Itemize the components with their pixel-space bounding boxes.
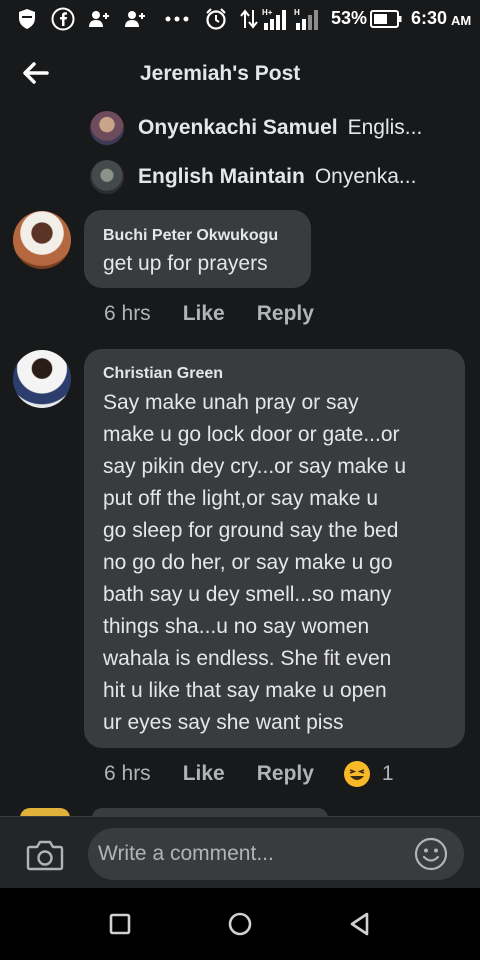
reaction-count: 1 bbox=[381, 762, 394, 785]
battery-icon bbox=[370, 8, 402, 30]
reply-preview-item[interactable]: English Maintain Onyenka... bbox=[90, 159, 416, 195]
avatar[interactable] bbox=[13, 350, 71, 408]
comment-text-line: things sha...u no say women bbox=[103, 615, 370, 638]
avatar[interactable] bbox=[13, 211, 71, 269]
header: Jeremiah's Post bbox=[0, 38, 480, 108]
svg-text:H+: H+ bbox=[262, 8, 273, 17]
svg-text:H: H bbox=[294, 8, 300, 17]
back-arrow-icon[interactable] bbox=[20, 58, 50, 88]
comment-text-line: go sleep for ground say the bed bbox=[103, 519, 399, 542]
comment-text-line: no go do her, or say make u go bbox=[103, 551, 393, 574]
battery-percent: 53% bbox=[331, 8, 368, 28]
emoji-icon[interactable] bbox=[414, 837, 448, 871]
person-add-icon bbox=[124, 8, 146, 30]
reply-button[interactable]: Reply bbox=[257, 302, 314, 326]
status-bar: H+ H 53% 6:30 AM bbox=[0, 0, 480, 38]
data-arrows-icon bbox=[240, 8, 258, 30]
person-add-icon bbox=[88, 8, 110, 30]
signal-h-icon: H bbox=[294, 8, 322, 30]
page-title: Jeremiah's Post bbox=[140, 62, 301, 85]
facebook-icon bbox=[50, 7, 76, 31]
avatar bbox=[90, 160, 124, 194]
signal-h-plus-icon: H+ bbox=[262, 8, 290, 30]
recent-apps-icon[interactable] bbox=[106, 910, 134, 938]
reply-preview-name: English Maintain bbox=[138, 165, 305, 188]
navigation-bar bbox=[0, 888, 480, 960]
comment-composer bbox=[0, 816, 480, 889]
reply-preview-text: Onyenka... bbox=[314, 165, 417, 188]
reply-button[interactable]: Reply bbox=[257, 762, 314, 786]
reply-preview-item[interactable]: Onyenkachi Samuel Englis... bbox=[90, 110, 422, 146]
reply-preview-name: Onyenkachi Samuel bbox=[138, 116, 338, 139]
back-icon[interactable] bbox=[346, 910, 374, 938]
more-dots-icon bbox=[164, 8, 190, 30]
comment-text: Say make unah pray or say make u go lock… bbox=[103, 387, 406, 739]
shield-icon bbox=[16, 8, 38, 30]
comment-actions: 6 hrs Like Reply 1 bbox=[104, 761, 394, 787]
like-button[interactable]: Like bbox=[183, 762, 225, 786]
laughing-emoji-icon[interactable] bbox=[343, 761, 370, 787]
comment-actions: 6 hrs Like Reply bbox=[104, 302, 314, 326]
comment-author[interactable]: Buchi Peter Okwukogu bbox=[103, 227, 278, 245]
camera-icon[interactable] bbox=[26, 839, 64, 871]
comment-time: 6 hrs bbox=[104, 762, 151, 785]
comment-text-line: ur eyes say she want piss bbox=[103, 711, 344, 734]
comment-author[interactable]: Christian Green bbox=[103, 365, 223, 383]
home-icon[interactable] bbox=[226, 910, 254, 938]
comment-text-line: make u go lock door or gate...or bbox=[103, 423, 400, 446]
comment-bubble: Buchi Peter Okwukogu get up for prayers bbox=[84, 210, 311, 288]
like-button[interactable]: Like bbox=[183, 302, 225, 326]
clock-time: 6:30 bbox=[411, 8, 448, 28]
comment-text-line: Say make unah pray or say bbox=[103, 391, 359, 414]
comment-text-line: hit u like that say make u open bbox=[103, 679, 387, 702]
comment-text-line: wahala is endless. She fit even bbox=[103, 647, 392, 670]
reply-preview-text: Englis... bbox=[347, 116, 423, 139]
alarm-icon bbox=[204, 8, 228, 30]
clock-ampm: AM bbox=[451, 13, 472, 28]
comment-text-line: put off the light,or say make u bbox=[103, 487, 379, 510]
comment-input[interactable] bbox=[88, 828, 464, 880]
comment-text: get up for prayers bbox=[103, 252, 268, 275]
comment-text-line: say pikin dey cry...or say make u bbox=[103, 455, 407, 478]
comment-text-line: bath say u dey smell...so many bbox=[103, 583, 392, 606]
comment-time: 6 hrs bbox=[104, 302, 151, 325]
avatar bbox=[90, 111, 124, 145]
comment-bubble: Christian Green Say make unah pray or sa… bbox=[84, 349, 465, 748]
